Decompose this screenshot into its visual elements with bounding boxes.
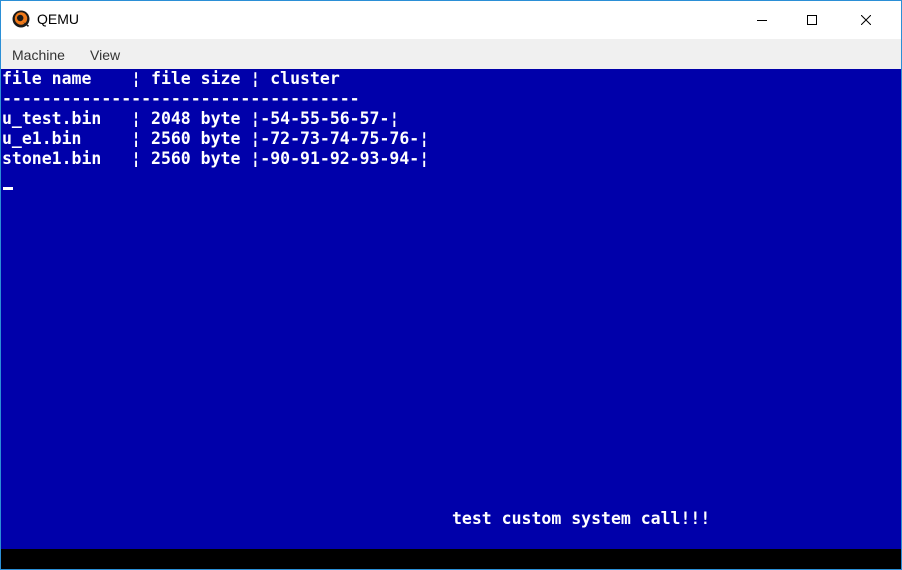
file-table-row: stone1.bin ¦ 2560 byte ¦-90-91-92-93-94-…	[2, 149, 430, 168]
maximize-button[interactable]	[789, 1, 835, 39]
maximize-icon	[807, 15, 817, 25]
vm-console-screen[interactable]: file name ¦ file size ¦ cluster --------…	[1, 69, 901, 549]
qemu-logo-icon	[12, 10, 30, 28]
qemu-window: QEMU Machine View file name ¦ file size …	[0, 0, 902, 570]
file-table-row: u_test.bin ¦ 2048 byte ¦-54-55-56-57-¦	[2, 109, 400, 128]
title-bar[interactable]: QEMU	[1, 1, 901, 39]
menu-machine[interactable]: Machine	[12, 47, 65, 63]
file-table-header: file name ¦ file size ¦ cluster	[2, 69, 340, 88]
close-button[interactable]	[843, 1, 889, 39]
file-table-row: u_e1.bin ¦ 2560 byte ¦-72-73-74-75-76-¦	[2, 129, 430, 148]
close-icon	[861, 15, 871, 25]
window-title: QEMU	[37, 11, 79, 27]
console-bottom-bar	[1, 549, 901, 569]
file-table-separator: ------------------------------------	[2, 89, 360, 108]
system-call-message: test custom system call!!!	[452, 509, 711, 528]
minimize-icon	[757, 20, 767, 21]
text-cursor	[3, 187, 13, 190]
minimize-button[interactable]	[739, 1, 785, 39]
menu-bar: Machine View	[1, 39, 901, 69]
menu-view[interactable]: View	[90, 47, 120, 63]
